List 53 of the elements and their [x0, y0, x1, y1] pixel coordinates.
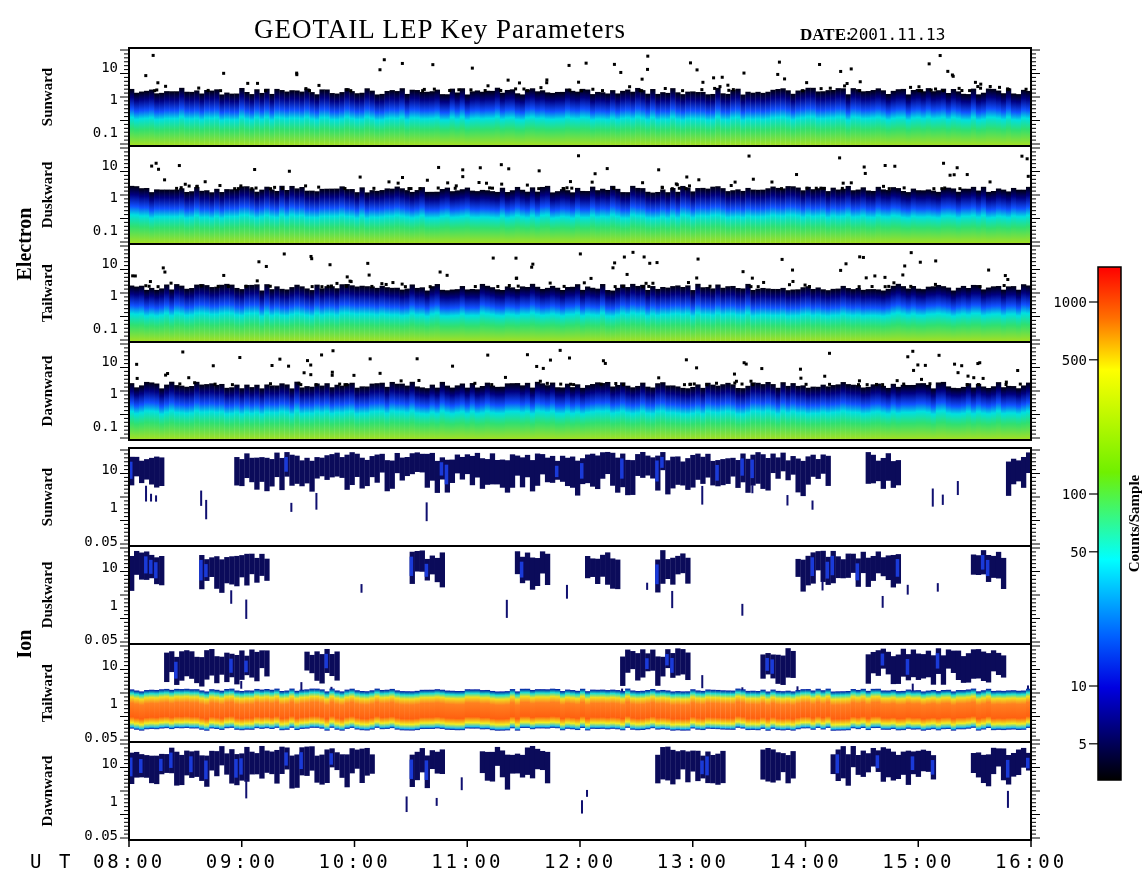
axis-tick-label: 0.05 — [84, 827, 118, 844]
axis-tick-label: 11:00 — [431, 850, 504, 872]
axis-tick-label: 1 — [109, 792, 118, 809]
axis-tick-label: 12:00 — [543, 850, 617, 872]
chart-title: GEOTAIL LEP Key Parameters — [254, 14, 626, 44]
axis-tick-label: 0.1 — [92, 124, 118, 141]
axis-tick-label: 5 — [1078, 735, 1087, 752]
axis-tick-label: 10 — [101, 352, 118, 369]
date-value: 2001.11.13 — [849, 25, 946, 44]
axis-tick-label: 1 — [109, 90, 118, 107]
panel-label: Duskward — [39, 161, 55, 229]
axis-tick-label: 16:00 — [994, 850, 1068, 872]
axis-tick-label: 0.1 — [92, 418, 118, 435]
axis-tick-label: 1 — [109, 286, 118, 303]
axis-tick-label: 0.05 — [84, 631, 118, 648]
axis-tick-label: 15:00 — [882, 850, 955, 872]
panel-label: Sunward — [39, 467, 55, 527]
panel-label: Dawnward — [39, 355, 55, 427]
panel-label: Tailward — [39, 664, 55, 722]
panel-label: Duskward — [39, 561, 55, 629]
axis-tick-label: 10 — [101, 460, 118, 477]
axis-tick-label: 13:00 — [656, 850, 729, 872]
axis-tick-label: 1000 — [1053, 294, 1087, 310]
axis-label: U T — [30, 850, 74, 872]
axis-tick-label: 100 — [1061, 486, 1087, 502]
group-label: Electron — [13, 207, 35, 281]
axis-tick-label: 10 — [101, 656, 118, 673]
axis-tick-label: 0.05 — [84, 533, 118, 550]
axis-tick-label: 1 — [109, 384, 118, 401]
axis-tick-label: 1 — [109, 694, 118, 711]
axis-tick-label: 10:00 — [318, 850, 391, 872]
color-scale-label: Counts/Sample — [1126, 474, 1142, 573]
axis-tick-label: 0.1 — [92, 320, 118, 337]
axis-tick-label: 1 — [109, 498, 118, 515]
group-label: Ion — [13, 629, 35, 659]
axis-tick-label: 10 — [101, 58, 118, 75]
axis-tick-label: 10 — [101, 156, 118, 173]
axis-tick-label: 0.05 — [84, 729, 118, 746]
axis-tick-label: 10 — [101, 754, 118, 771]
axis-tick-label: 0.1 — [92, 222, 118, 239]
panel-label: Sunward — [39, 67, 55, 127]
panel-label: Dawnward — [39, 755, 55, 827]
axis-tick-label: 1 — [109, 596, 118, 613]
axis-tick-label: 14:00 — [769, 850, 842, 872]
axis-tick-label: 500 — [1061, 351, 1087, 368]
axis-tick-label: 10 — [101, 558, 118, 575]
axis-tick-label: 10 — [101, 254, 118, 271]
axis-tick-label: 10 — [1070, 678, 1087, 694]
axis-tick-label: 1 — [109, 188, 118, 205]
axis-tick-label: 08:00 — [92, 850, 166, 872]
axis-tick-label: 09:00 — [205, 850, 278, 872]
axis-tick-label: 50 — [1070, 543, 1087, 560]
panel-label: Tailward — [39, 264, 55, 322]
